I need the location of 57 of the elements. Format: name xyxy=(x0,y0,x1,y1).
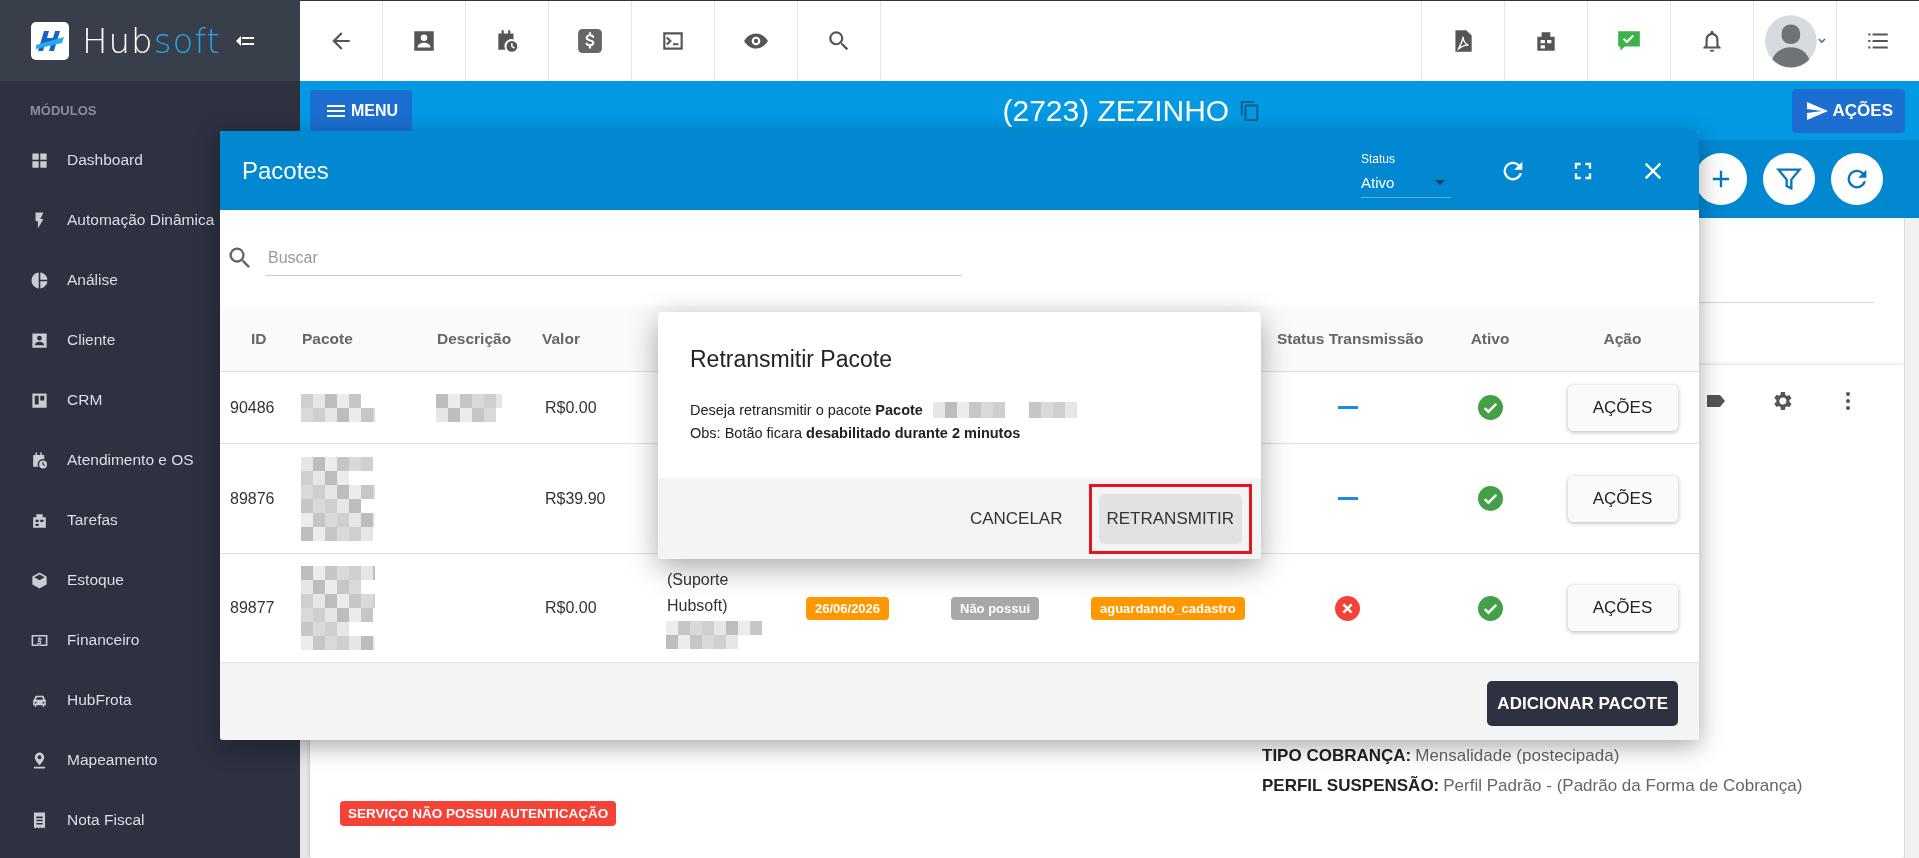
box-icon xyxy=(30,570,49,590)
grid-icon xyxy=(30,150,49,170)
sidebar-item[interactable]: Nota Fiscal xyxy=(0,790,300,850)
field-value: Mensalidade (postecipada) xyxy=(1415,746,1620,765)
table-cell-text: 90486 xyxy=(229,398,276,417)
status-select[interactable]: Status Ativo xyxy=(1361,151,1451,198)
page-title: (2723) ZEZINHO xyxy=(1002,93,1230,128)
status-badge: aguardando_cadastro xyxy=(1091,596,1245,620)
field-value: Perfil Padrão - (Padrão da Forma de Cobrança) xyxy=(1443,776,1803,795)
table-cell-text: (Suporte Hubsoft) xyxy=(666,570,730,616)
sidebar-item[interactable]: Mapeamento xyxy=(0,730,300,790)
column-header: Ação xyxy=(1602,329,1643,348)
dialog-title: Retransmitir Pacote xyxy=(690,346,893,373)
logo-text: Hubsoft xyxy=(82,20,221,61)
scrollbar[interactable] xyxy=(1904,218,1919,858)
filter-button[interactable] xyxy=(1763,153,1815,205)
date-badge: 26/06/2026 xyxy=(806,596,890,620)
board-icon xyxy=(30,390,49,410)
menu-button[interactable]: MENU xyxy=(310,89,413,132)
status-badge: Não possui xyxy=(951,596,1040,620)
column-header: Pacote xyxy=(301,329,354,348)
retransmit-button[interactable]: RETRANSMITIR xyxy=(1098,493,1242,544)
alert-badge: SERVIÇO NÃO POSSUI AUTENTICAÇÃO xyxy=(340,801,617,826)
table-cell-text: 89877 xyxy=(229,599,276,617)
avatar-icon[interactable] xyxy=(1764,14,1826,68)
dollar-icon[interactable] xyxy=(577,28,603,54)
table-cell-text: R$39.90 xyxy=(544,489,607,508)
column-header: Descrição xyxy=(436,329,513,348)
actions-button[interactable]: AÇÕES xyxy=(1791,88,1905,133)
dialog-message: Deseja retransmitir o pacote Pacote xyxy=(690,402,923,418)
caret-icon xyxy=(1435,179,1445,185)
column-header: Ativo xyxy=(1469,329,1511,348)
table-cell-text: 89876 xyxy=(229,489,276,508)
actions-button[interactable]: AÇÕES xyxy=(1567,475,1678,522)
section-label: MÓDULOS xyxy=(30,103,98,118)
field-label: TIPO COBRANÇA: xyxy=(1262,746,1412,765)
contact-card-icon xyxy=(30,330,49,350)
field-label: PERFIL SUSPENSÃO: xyxy=(1262,776,1440,795)
column-header: Valor xyxy=(541,329,581,348)
table-cell-text: R$0.00 xyxy=(544,599,598,617)
chat-check-icon[interactable] xyxy=(1616,28,1642,54)
add-package-button[interactable]: ADICIONAR PACOTE xyxy=(1487,681,1678,726)
sidebar-item[interactable]: HubFrota xyxy=(0,670,300,730)
dialog-note: Obs: Botão ficara desabilitado durante 2 minutos xyxy=(690,425,1022,441)
logo-icon xyxy=(30,20,70,61)
refresh-button[interactable] xyxy=(1831,153,1883,205)
column-header: ID xyxy=(250,329,268,348)
sidebar-item[interactable]: Atendimento e OS xyxy=(0,430,300,490)
table-cell-text: R$0.00 xyxy=(544,398,598,417)
modal-title: Pacotes xyxy=(242,156,330,185)
contact-card-icon[interactable] xyxy=(411,28,437,54)
pie-chart-icon xyxy=(30,270,49,290)
calendar-clock-icon xyxy=(30,450,49,470)
column-header: Status Transmissão xyxy=(1276,329,1425,348)
actions-button[interactable]: AÇÕES xyxy=(1567,384,1678,431)
cancel-button[interactable]: CANCELAR xyxy=(957,498,1075,539)
actions-button[interactable]: AÇÕES xyxy=(1567,585,1678,631)
